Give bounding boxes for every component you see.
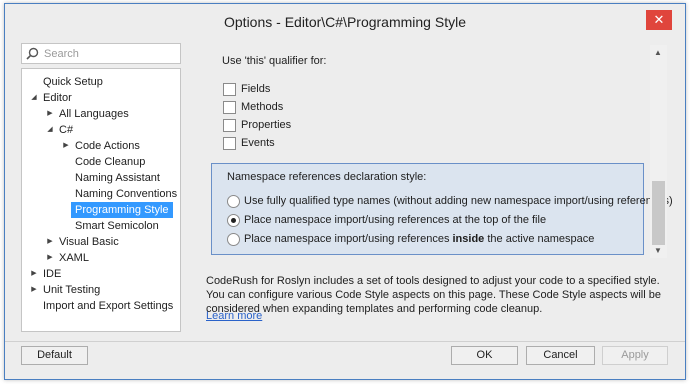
learn-more-link[interactable]: Learn more [206,310,262,322]
tree-item-label: Quick Setup [43,76,103,88]
options-window: Options - Editor\C#\Programming Style ✕ … [4,3,686,380]
expand-arrow-icon[interactable]: ▶ [29,266,39,282]
title-bar: Options - Editor\C#\Programming Style ✕ [5,4,685,40]
ok-button[interactable]: OK [451,346,518,365]
tree-item-all-languages[interactable]: ▶ All Languages [22,106,180,122]
tree-item-label: All Languages [59,108,129,120]
scroll-down-icon[interactable]: ▼ [654,246,662,255]
tree-item-c[interactable]: ◢ C# [22,122,180,138]
fields-label: Fields [241,83,271,95]
tree-item-programming-style[interactable]: Programming Style [22,202,180,218]
tree-item-label: Visual Basic [59,236,119,248]
search-input[interactable] [44,46,176,61]
fields-checkbox[interactable] [223,83,236,96]
inside-namespace-label-bold: inside [452,233,485,245]
tree-item-naming-conventions[interactable]: Naming Conventions [22,186,180,202]
namespace-style-heading: Namespace references declaration style: [227,171,427,183]
tree-item-label: Programming Style [71,202,173,218]
collapse-arrow-icon[interactable]: ◢ [45,122,55,138]
properties-label: Properties [241,119,292,131]
events-label: Events [241,137,275,149]
fully-qualified-label: Use fully qualified type names (without … [244,195,673,207]
inside-namespace-radio[interactable] [227,233,240,246]
footer-divider [5,341,685,342]
tree-item-quick-setup[interactable]: Quick Setup [22,74,180,90]
search-box[interactable] [21,43,181,64]
search-icon [26,47,39,60]
content-scrollbar[interactable]: ▲ ▼ [650,45,667,258]
tree-item-label: IDE [43,268,62,280]
tree-item-naming-assistant[interactable]: Naming Assistant [22,170,180,186]
tree-item-import-and-export-settings[interactable]: Import and Export Settings [22,298,180,314]
tree-item-label: Code Cleanup [75,156,146,168]
close-button[interactable]: ✕ [646,10,672,30]
description-text: CodeRush for Roslyn includes a set of to… [206,275,661,315]
methods-label: Methods [241,101,284,113]
default-button[interactable]: Default [21,346,88,365]
scroll-thumb[interactable] [652,181,665,245]
tree-item-editor[interactable]: ◢ Editor [22,90,180,106]
scroll-up-icon[interactable]: ▲ [654,48,662,57]
tree-item-xaml[interactable]: ▶ XAML [22,250,180,266]
window-title: Options - Editor\C#\Programming Style [224,14,466,30]
tree-item-label: Code Actions [75,140,140,152]
tree-item-label: Unit Testing [43,284,101,296]
apply-button[interactable]: Apply [602,346,668,365]
this-qualifier-heading: Use 'this' qualifier for: [222,55,327,67]
tree-item-smart-semicolon[interactable]: Smart Semicolon [22,218,180,234]
tree-item-ide[interactable]: ▶ IDE [22,266,180,282]
tree-item-code-actions[interactable]: ▶ Code Actions [22,138,180,154]
tree-item-label: XAML [59,252,89,264]
expand-arrow-icon[interactable]: ▶ [29,282,39,298]
cancel-button[interactable]: Cancel [526,346,595,365]
tree-item-label: Naming Conventions [75,188,178,200]
namespace-style-group: Namespace references declaration style: … [211,163,673,255]
properties-checkbox[interactable] [223,119,236,132]
close-icon: ✕ [653,12,665,27]
tree-item-label: C# [59,124,74,136]
inside-namespace-label: Place namespace import/using references … [244,233,594,246]
methods-checkbox[interactable] [223,101,236,114]
tree-item-code-cleanup[interactable]: Code Cleanup [22,154,180,170]
fully-qualified-radio[interactable] [227,195,240,208]
expand-arrow-icon[interactable]: ▶ [45,234,55,250]
top-of-file-radio[interactable] [227,214,240,227]
inside-namespace-label-before: Place namespace import/using references [244,233,453,245]
tree-item-label: Editor [43,92,72,104]
tree-item-unit-testing[interactable]: ▶ Unit Testing [22,282,180,298]
options-tree: Quick Setup ◢ Editor ▶ All Languages ◢ C# ▶ Code… [21,68,181,332]
expand-arrow-icon[interactable]: ▶ [45,106,55,122]
inside-namespace-label-after: the active namespace [484,233,595,245]
expand-arrow-icon[interactable]: ▶ [61,138,71,154]
tree-item-label: Import and Export Settings [43,300,174,312]
tree-item-visual-basic[interactable]: ▶ Visual Basic [22,234,180,250]
expand-arrow-icon[interactable]: ▶ [45,250,55,266]
tree-item-label: Smart Semicolon [75,220,159,232]
tree-item-label: Naming Assistant [75,172,160,184]
top-of-file-label: Place namespace import/using references … [244,214,547,226]
collapse-arrow-icon[interactable]: ◢ [29,90,39,106]
events-checkbox[interactable] [223,137,236,150]
